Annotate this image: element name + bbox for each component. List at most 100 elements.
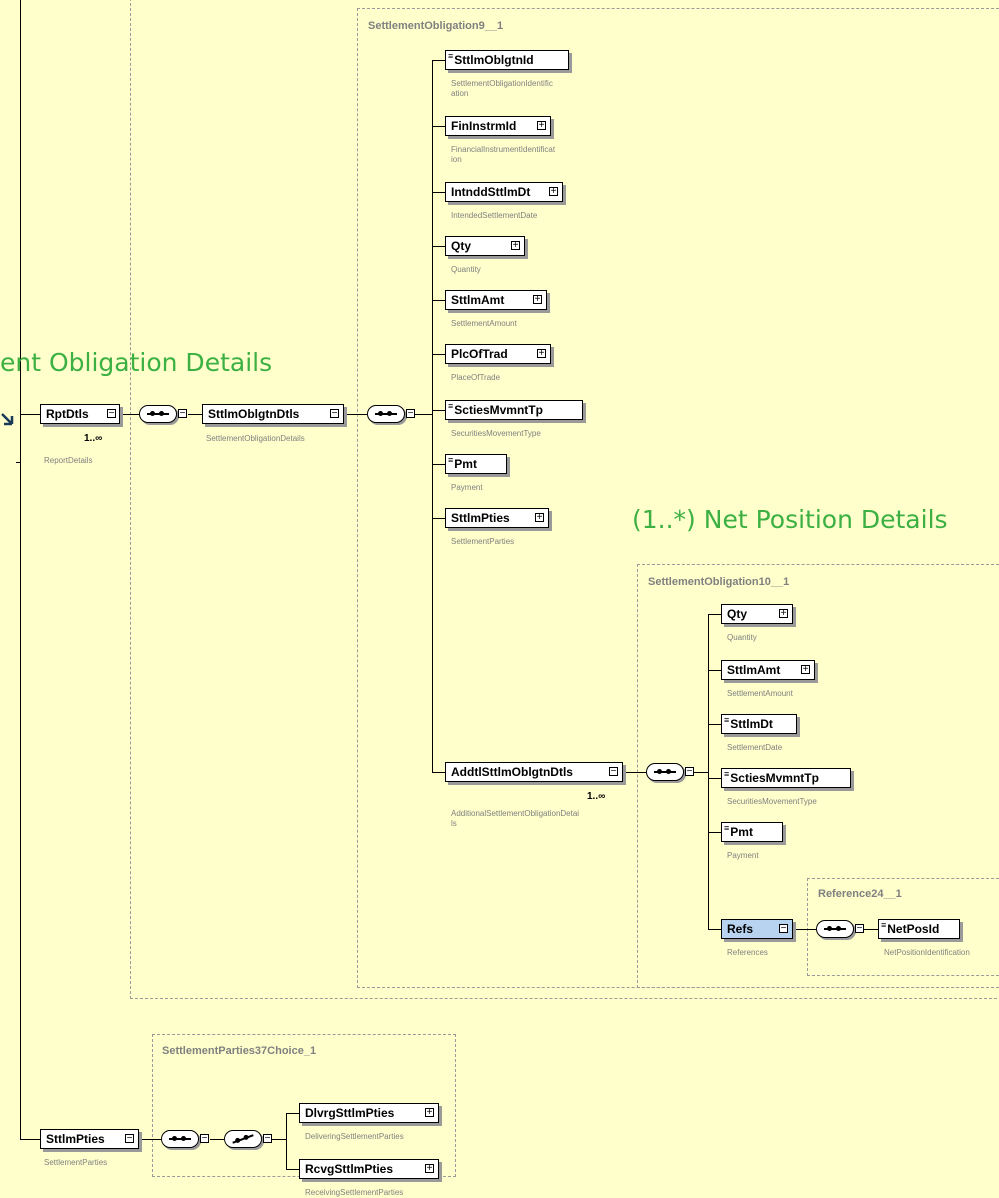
so10-group-title: SettlementObligation10__1 — [648, 576, 790, 588]
connector-line — [432, 518, 445, 519]
element-addtlsttlmoblgtndtls[interactable]: AddtlSttlmOblgtnDtls — [445, 762, 623, 782]
connector-line — [432, 772, 445, 773]
connector-line — [708, 670, 721, 671]
expand-icon[interactable]: + — [511, 241, 520, 251]
element-description: DeliveringSettlementParties — [305, 1132, 404, 1141]
sequence-compositor-icon[interactable] — [646, 763, 684, 781]
element-pmt[interactable]: ≡Pmt — [445, 454, 507, 474]
element-rcvgsttlmpties[interactable]: RcvgSttlmPties — [299, 1159, 439, 1179]
collapse-icon[interactable]: − — [685, 767, 694, 777]
element-sttlmoblgtnid[interactable]: ≡SttlmOblgtnId — [445, 50, 569, 70]
line-seq-choice — [210, 1139, 224, 1140]
element-sttlmamt[interactable]: SttlmAmt — [445, 290, 547, 310]
connector-line — [432, 246, 445, 247]
line-to-rptdtls — [20, 414, 40, 415]
collapse-icon[interactable]: − — [330, 409, 339, 419]
collapse-icon[interactable]: − — [107, 409, 116, 419]
connector-line — [708, 614, 721, 615]
element-intnddsttlmdt[interactable]: IntnddSttlmDt — [445, 182, 563, 202]
connector-line — [432, 410, 445, 411]
element-description: SettlementParties — [451, 537, 515, 546]
element-sctiesmvmnttp[interactable]: ≡SctiesMvmntTp — [721, 768, 851, 788]
collapse-icon[interactable]: − — [178, 409, 187, 419]
element-sod[interactable]: SttlmOblgtnDtls — [202, 404, 344, 424]
element-fininstrmid[interactable]: FinInstrmId — [445, 116, 551, 136]
element-description: References — [727, 948, 768, 957]
connector-line — [432, 354, 445, 355]
expand-icon[interactable]: + — [549, 187, 558, 197]
sequence-compositor-icon[interactable] — [139, 405, 177, 423]
expand-icon[interactable]: + — [537, 121, 546, 131]
line-to-sttlmpties — [20, 1139, 40, 1140]
element-description: Payment — [451, 483, 483, 492]
element-label: SctiesMvmntTp — [730, 771, 819, 785]
collapse-icon[interactable]: − — [200, 1134, 209, 1144]
element-description: SettlementAmount — [451, 319, 517, 328]
element-label: SttlmDt — [730, 717, 773, 731]
element-label: Refs — [727, 922, 754, 936]
element-label: IntnddSttlmDt — [451, 185, 531, 199]
element-pmt[interactable]: ≡Pmt — [721, 822, 783, 842]
expand-icon[interactable]: + — [801, 665, 810, 675]
element-label: DlvrgSttlmPties — [305, 1106, 395, 1120]
sp37-group-title: SettlementParties37Choice_1 — [162, 1045, 317, 1057]
sequence-compositor-icon[interactable] — [816, 920, 854, 938]
annotation-settlement-obligation-details: ent Obligation Details — [0, 348, 273, 377]
expand-icon[interactable]: + — [779, 609, 788, 619]
sequence-compositor-icon[interactable] — [161, 1130, 199, 1148]
expand-icon[interactable]: + — [535, 513, 544, 523]
element-sttlmpties[interactable]: SttlmPties — [445, 508, 549, 528]
element-sttlmdt[interactable]: ≡SttlmDt — [721, 714, 797, 734]
expand-icon[interactable]: + — [537, 349, 546, 359]
simple-type-icon: ≡ — [448, 401, 454, 411]
element-description: SecuritiesMovementType — [451, 429, 541, 438]
expand-icon[interactable]: + — [425, 1164, 434, 1174]
element-label: Pmt — [454, 457, 477, 471]
element-netposid[interactable]: ≡NetPosId — [878, 919, 960, 939]
element-label: Pmt — [730, 825, 753, 839]
expand-icon[interactable]: − — [609, 767, 618, 777]
cardinality-label: 1..∞ — [587, 791, 606, 802]
element-description: SettlementObligationDetails — [206, 434, 305, 443]
element-description: SettlementParties — [44, 1158, 108, 1167]
simple-type-icon: ≡ — [881, 920, 887, 930]
line-seq-sod — [188, 414, 202, 415]
expand-icon[interactable]: − — [779, 924, 788, 934]
sequence-compositor-icon[interactable] — [367, 405, 405, 423]
element-description: SettlementDate — [727, 743, 783, 752]
collapse-icon[interactable]: − — [406, 409, 415, 419]
simple-type-icon: ≡ — [724, 823, 730, 833]
element-sctiesmvmnttp[interactable]: ≡SctiesMvmntTp — [445, 400, 583, 420]
element-description: SecuritiesMovementType — [727, 797, 817, 806]
element-plcoftrad[interactable]: PlcOfTrad — [445, 344, 551, 364]
element-description: PlaceOfTrade — [451, 373, 501, 382]
element-description: ReportDetails — [44, 456, 93, 465]
connector-line — [432, 192, 445, 193]
element-description: ReceivingSettlementParties — [305, 1188, 404, 1197]
line-rpt-seq — [117, 414, 139, 415]
ref24-group-title: Reference24__1 — [818, 888, 902, 900]
line-seq-ref24 — [864, 929, 878, 930]
connector-line — [708, 929, 721, 930]
element-label: SttlmPties — [451, 511, 510, 525]
collapse-icon[interactable]: − — [125, 1134, 134, 1144]
collapse-icon[interactable]: − — [855, 924, 864, 934]
connector-line — [432, 300, 445, 301]
element-description: NetPositionIdentification — [884, 948, 970, 957]
expand-icon[interactable]: + — [425, 1108, 434, 1118]
simple-type-icon: ≡ — [724, 769, 730, 779]
collapse-icon[interactable]: − — [263, 1134, 272, 1144]
line-seq-so10 — [694, 772, 708, 773]
arrow-icon — [1, 413, 14, 426]
line-choice-sp37 — [272, 1139, 286, 1140]
connector-line — [708, 778, 721, 779]
simple-type-icon: ≡ — [448, 455, 454, 465]
arrow-stub — [16, 462, 21, 463]
expand-icon[interactable]: + — [533, 295, 542, 305]
line-sod-seq — [341, 414, 367, 415]
choice-compositor-icon[interactable] — [224, 1130, 262, 1148]
line-sp-seq — [137, 1139, 161, 1140]
element-description: AdditionalSettlementObligationDetai ls — [451, 809, 580, 828]
element-dlvrgsttlmpties[interactable]: DlvrgSttlmPties — [299, 1103, 439, 1123]
connector-line — [432, 126, 445, 127]
